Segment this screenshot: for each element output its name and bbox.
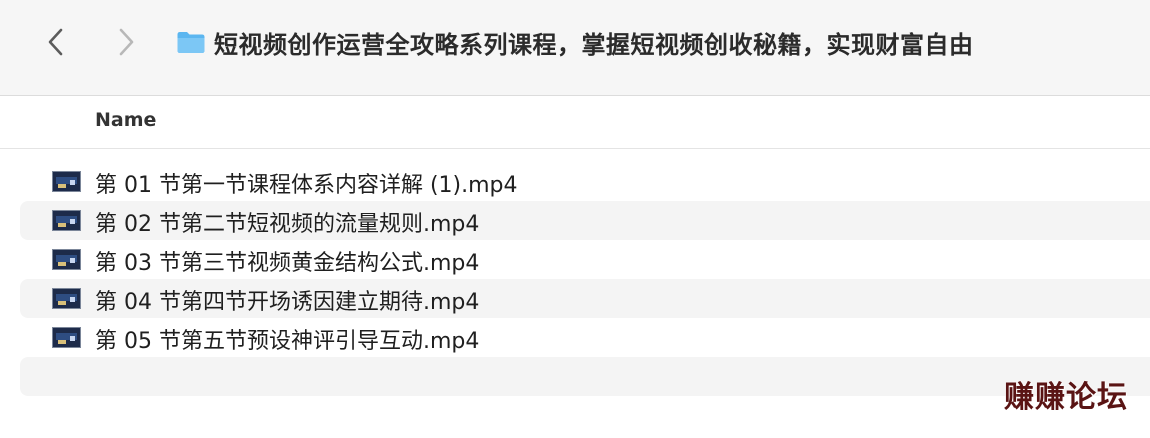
- video-thumbnail-icon: [52, 210, 81, 231]
- window-title: 短视频创作运营全攻略系列课程，掌握短视频创收秘籍，实现财富自由: [214, 30, 974, 59]
- chevron-right-icon: [119, 28, 134, 56]
- folder-icon: [177, 32, 205, 53]
- file-row[interactable]: 第 04 节第四节开场诱因建立期待.mp4: [20, 279, 1150, 318]
- finder-window: 短视频创作运营全攻略系列课程，掌握短视频创收秘籍，实现财富自由 Name 第 0…: [0, 0, 1150, 438]
- file-name: 第 05 节第五节预设神评引导互动.mp4: [95, 329, 480, 354]
- video-thumbnail-icon: [52, 249, 81, 270]
- watermark-text: 赚赚论坛: [1004, 380, 1128, 415]
- video-thumbnail-icon: [52, 327, 81, 348]
- video-thumbnail-icon: [52, 171, 81, 192]
- file-list: 第 01 节第一节课程体系内容详解 (1).mp4 第 02 节第二节短视频的流…: [20, 162, 1150, 396]
- file-name: 第 04 节第四节开场诱因建立期待.mp4: [95, 290, 480, 315]
- empty-row: [20, 357, 1150, 396]
- window-title-group: 短视频创作运营全攻略系列课程，掌握短视频创收秘籍，实现财富自由: [176, 24, 974, 60]
- forward-button[interactable]: [108, 22, 144, 62]
- file-row[interactable]: 第 01 节第一节课程体系内容详解 (1).mp4: [20, 162, 1150, 201]
- video-thumbnail-icon: [52, 288, 81, 309]
- file-name: 第 03 节第三节视频黄金结构公式.mp4: [95, 251, 480, 276]
- chevron-left-icon: [48, 28, 63, 56]
- file-name: 第 01 节第一节课程体系内容详解 (1).mp4: [95, 173, 518, 198]
- file-row[interactable]: 第 05 节第五节预设神评引导互动.mp4: [20, 318, 1150, 357]
- file-row[interactable]: 第 03 节第三节视频黄金结构公式.mp4: [20, 240, 1150, 279]
- toolbar: 短视频创作运营全攻略系列课程，掌握短视频创收秘籍，实现财富自由: [0, 0, 1150, 96]
- file-row[interactable]: 第 02 节第二节短视频的流量规则.mp4: [20, 201, 1150, 240]
- column-header-name[interactable]: Name: [95, 109, 156, 131]
- back-button[interactable]: [38, 22, 74, 62]
- file-name: 第 02 节第二节短视频的流量规则.mp4: [95, 212, 480, 237]
- column-header: Name: [0, 96, 1150, 149]
